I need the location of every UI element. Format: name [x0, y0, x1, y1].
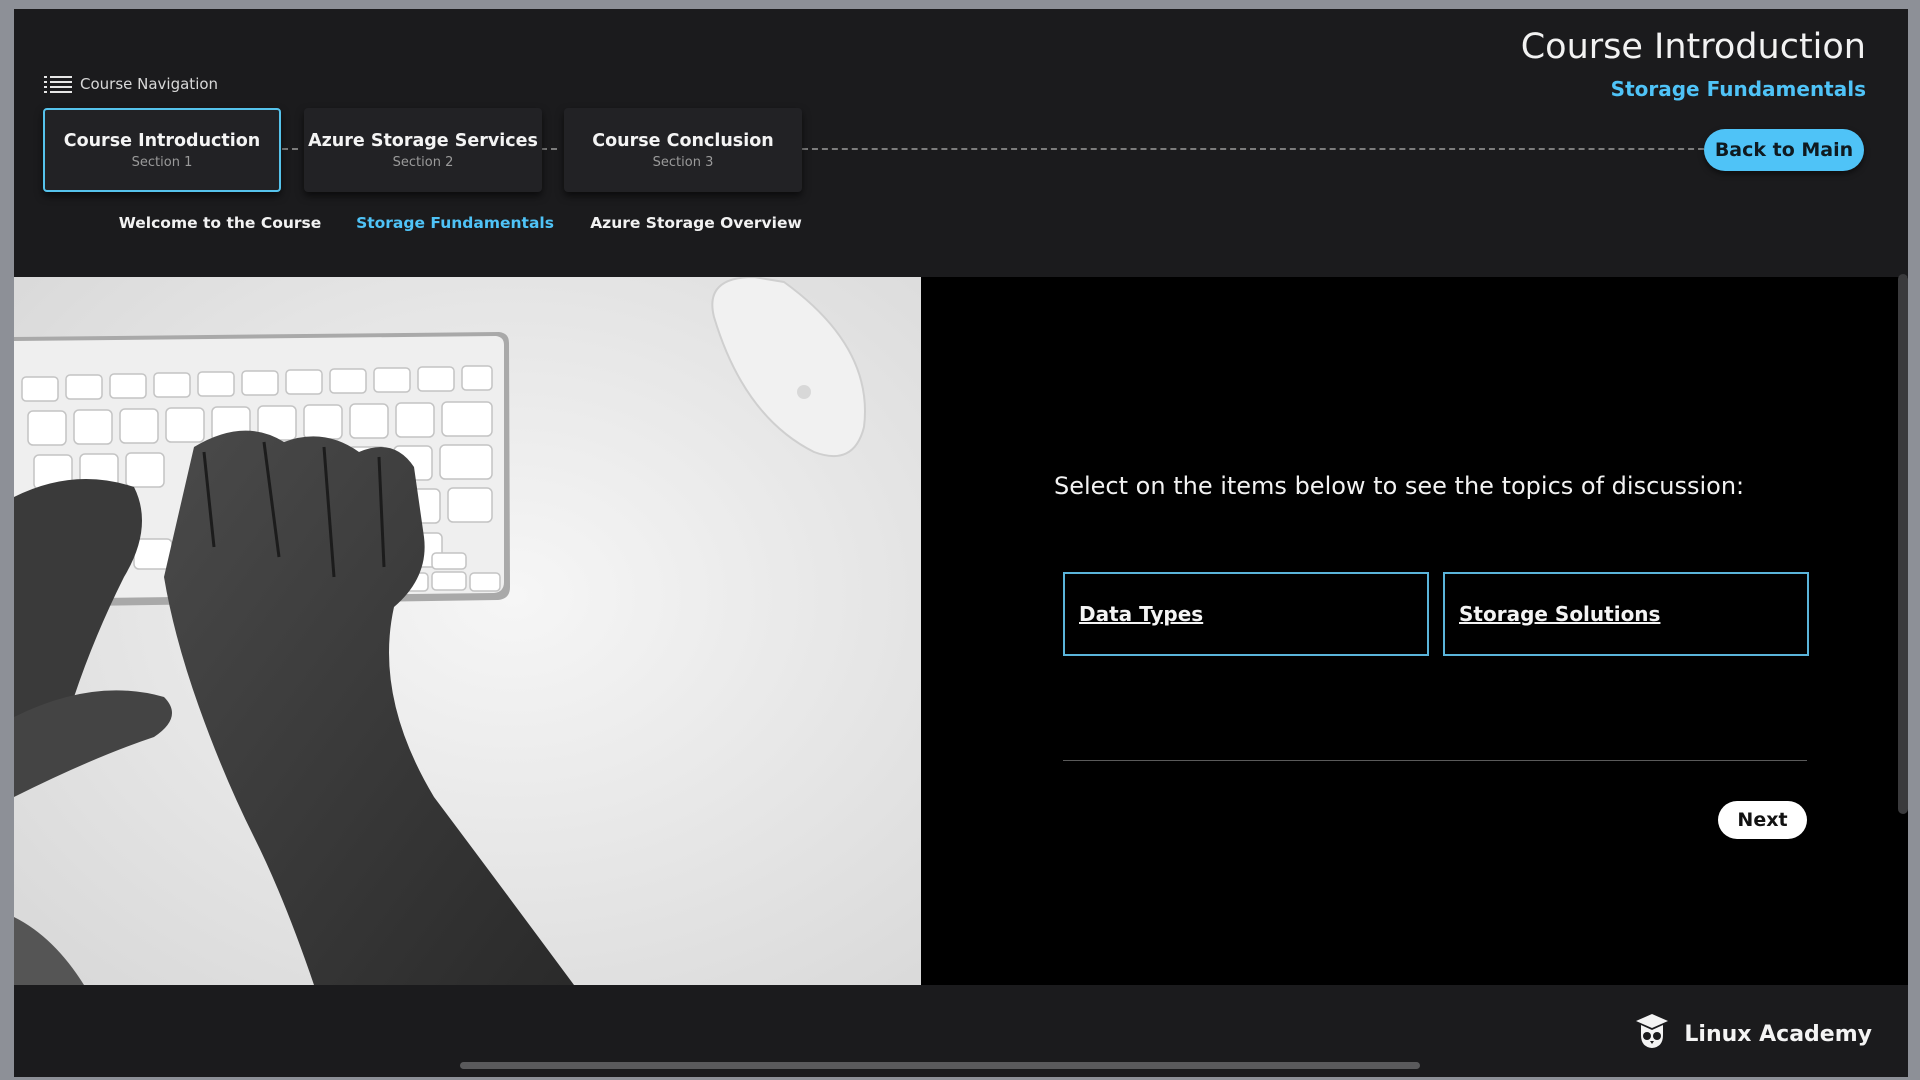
next-button[interactable]: Next	[1718, 801, 1807, 839]
course-navigation-text: Course Navigation	[80, 75, 219, 93]
nav-connector	[802, 148, 1714, 150]
section-number: Section 3	[652, 154, 714, 170]
content-divider	[1063, 760, 1807, 761]
brand-name: Linux Academy	[1684, 1021, 1872, 1047]
section-number: Section 2	[392, 154, 454, 170]
hands-typing-on-keyboard-photo	[14, 277, 921, 985]
course-navigation-label[interactable]: Course Navigation	[44, 74, 218, 94]
section-caption-storage-fundamentals[interactable]: Storage Fundamentals	[356, 214, 554, 232]
section-card-course-conclusion[interactable]: Course Conclusion Section 3	[564, 108, 802, 192]
list-menu-icon	[44, 75, 72, 93]
section-card-course-introduction[interactable]: Course Introduction Section 1	[43, 108, 281, 192]
page-title: Course Introduction	[1520, 27, 1866, 67]
nav-connector	[282, 148, 298, 150]
section-title: Azure Storage Services	[308, 130, 538, 151]
topics-prompt: Select on the items below to see the top…	[1054, 472, 1745, 500]
section-number: Section 1	[131, 154, 193, 170]
nav-connector	[541, 148, 557, 150]
section-title: Course Introduction	[63, 130, 261, 151]
section-card-azure-storage-services[interactable]: Azure Storage Services Section 2	[304, 108, 542, 192]
owl-graduation-cap-icon	[1632, 1011, 1672, 1057]
page-subtitle: Storage Fundamentals	[1610, 77, 1866, 101]
section-caption-welcome[interactable]: Welcome to the Course	[119, 214, 322, 232]
app-frame: Course Navigation Course Introduction St…	[14, 9, 1908, 1077]
linux-academy-brand[interactable]: Linux Academy	[1632, 1013, 1872, 1055]
vertical-scrollbar[interactable]	[1898, 274, 1908, 814]
topic-button-storage-solutions[interactable]: Storage Solutions	[1443, 572, 1809, 656]
section-title: Course Conclusion	[592, 130, 774, 151]
main-content: Select on the items below to see the top…	[14, 277, 1908, 985]
topic-panel: Select on the items below to see the top…	[921, 277, 1908, 985]
back-to-main-button[interactable]: Back to Main	[1704, 129, 1864, 171]
topic-button-data-types[interactable]: Data Types	[1063, 572, 1429, 656]
horizontal-scrollbar[interactable]	[460, 1062, 1420, 1069]
section-caption-azure-storage-overview[interactable]: Azure Storage Overview	[590, 214, 802, 232]
